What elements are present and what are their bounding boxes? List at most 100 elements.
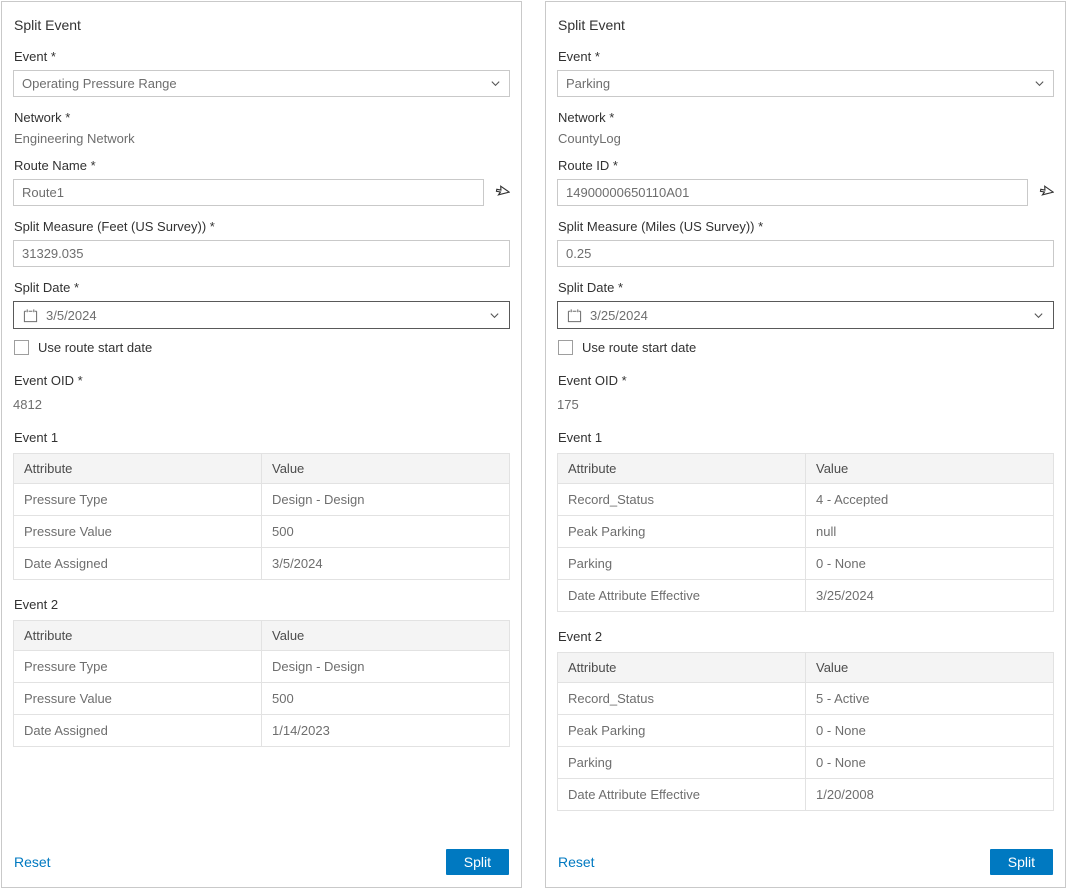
attribute-cell: Record_Status xyxy=(558,683,806,715)
split-event-panel-left: Split Event Event * Operating Pressure R… xyxy=(1,1,522,888)
date-label: Split Date * xyxy=(14,280,509,295)
attribute-cell: Pressure Type xyxy=(14,484,262,516)
reset-link[interactable]: Reset xyxy=(558,854,595,870)
event-oid-label: Event OID * xyxy=(558,373,1053,388)
calendar-icon xyxy=(567,308,582,323)
value-column-header: Value xyxy=(806,653,1054,683)
split-button[interactable]: Split xyxy=(990,849,1053,875)
table-header-row: Attribute Value xyxy=(558,653,1054,683)
date-label: Split Date * xyxy=(558,280,1053,295)
table-row: Date Assigned 3/5/2024 xyxy=(14,548,510,580)
attribute-cell: Parking xyxy=(558,747,806,779)
event-1-section-title: Event 1 xyxy=(14,430,509,445)
table-row: Parking 0 - None xyxy=(558,548,1054,580)
event-select[interactable]: Operating Pressure Range xyxy=(13,70,510,97)
split-button[interactable]: Split xyxy=(446,849,509,875)
table-row: Pressure Type Design - Design xyxy=(14,484,510,516)
attribute-cell: Parking xyxy=(558,548,806,580)
attribute-cell: Peak Parking xyxy=(558,516,806,548)
page-title: Split Event xyxy=(558,17,1053,33)
attribute-column-header: Attribute xyxy=(14,454,262,484)
value-column-header: Value xyxy=(262,454,510,484)
route-input[interactable] xyxy=(557,179,1028,206)
table-header-row: Attribute Value xyxy=(558,454,1054,484)
reset-link[interactable]: Reset xyxy=(14,854,51,870)
attribute-column-header: Attribute xyxy=(558,454,806,484)
use-route-start-date-label: Use route start date xyxy=(38,340,152,355)
measure-input[interactable] xyxy=(13,240,510,267)
attribute-cell: Record_Status xyxy=(558,484,806,516)
event-oid-value: 4812 xyxy=(13,397,510,412)
value-cell: 4 - Accepted xyxy=(806,484,1054,516)
attribute-cell: Date Attribute Effective xyxy=(558,580,806,612)
value-cell: 0 - None xyxy=(806,747,1054,779)
event-select-value: Parking xyxy=(566,76,610,91)
route-picker-button[interactable] xyxy=(1036,184,1054,202)
cursor-arrow-icon xyxy=(493,184,510,201)
table-header-row: Attribute Value xyxy=(14,454,510,484)
calendar-icon xyxy=(23,308,38,323)
use-route-start-date-checkbox[interactable] xyxy=(14,340,29,355)
value-cell: 5 - Active xyxy=(806,683,1054,715)
route-picker-button[interactable] xyxy=(492,184,510,202)
value-cell: 1/14/2023 xyxy=(262,715,510,747)
split-date-value: 3/5/2024 xyxy=(46,308,97,323)
attribute-cell: Pressure Value xyxy=(14,516,262,548)
use-route-start-date-checkbox[interactable] xyxy=(558,340,573,355)
attribute-column-header: Attribute xyxy=(558,653,806,683)
route-label: Route Name * xyxy=(14,158,509,173)
value-column-header: Value xyxy=(806,454,1054,484)
chevron-down-icon xyxy=(1033,310,1044,321)
table-header-row: Attribute Value xyxy=(14,621,510,651)
event-1-attribute-table: Attribute Value Pressure Type Design - D… xyxy=(13,453,510,580)
use-route-start-date-label: Use route start date xyxy=(582,340,696,355)
chevron-down-icon xyxy=(490,78,501,89)
table-row: Peak Parking null xyxy=(558,516,1054,548)
chevron-down-icon xyxy=(489,310,500,321)
network-label: Network * xyxy=(558,110,1053,125)
split-event-panel-right: Split Event Event * Parking Network * Co… xyxy=(545,1,1066,888)
table-row: Pressure Type Design - Design xyxy=(14,651,510,683)
attribute-cell: Pressure Type xyxy=(14,651,262,683)
event-1-section-title: Event 1 xyxy=(558,430,1053,445)
value-cell: 3/5/2024 xyxy=(262,548,510,580)
attribute-cell: Date Attribute Effective xyxy=(558,779,806,811)
table-row: Pressure Value 500 xyxy=(14,683,510,715)
value-cell: Design - Design xyxy=(262,484,510,516)
event-label: Event * xyxy=(558,49,1053,64)
chevron-down-icon xyxy=(1034,78,1045,89)
event-select[interactable]: Parking xyxy=(557,70,1054,97)
event-2-attribute-table: Attribute Value Record_Status 5 - Active… xyxy=(557,652,1054,811)
event-2-section-title: Event 2 xyxy=(558,629,1053,644)
attribute-cell: Pressure Value xyxy=(14,683,262,715)
event-2-attribute-table: Attribute Value Pressure Type Design - D… xyxy=(13,620,510,747)
cursor-arrow-icon xyxy=(1037,184,1054,201)
event-1-attribute-table: Attribute Value Record_Status 4 - Accept… xyxy=(557,453,1054,612)
value-cell: 3/25/2024 xyxy=(806,580,1054,612)
network-label: Network * xyxy=(14,110,509,125)
attribute-cell: Date Assigned xyxy=(14,548,262,580)
table-row: Pressure Value 500 xyxy=(14,516,510,548)
network-value: CountyLog xyxy=(558,131,1053,146)
network-value: Engineering Network xyxy=(14,131,509,146)
value-cell: null xyxy=(806,516,1054,548)
split-date-value: 3/25/2024 xyxy=(590,308,648,323)
table-row: Record_Status 5 - Active xyxy=(558,683,1054,715)
table-row: Peak Parking 0 - None xyxy=(558,715,1054,747)
route-input[interactable] xyxy=(13,179,484,206)
measure-input[interactable] xyxy=(557,240,1054,267)
measure-label: Split Measure (Feet (US Survey)) * xyxy=(14,219,509,234)
split-date-picker[interactable]: 3/25/2024 xyxy=(557,301,1054,329)
value-cell: 500 xyxy=(262,683,510,715)
table-row: Date Attribute Effective 1/20/2008 xyxy=(558,779,1054,811)
value-cell: 500 xyxy=(262,516,510,548)
table-row: Parking 0 - None xyxy=(558,747,1054,779)
split-date-picker[interactable]: 3/5/2024 xyxy=(13,301,510,329)
table-row: Date Assigned 1/14/2023 xyxy=(14,715,510,747)
value-cell: 1/20/2008 xyxy=(806,779,1054,811)
event-label: Event * xyxy=(14,49,509,64)
value-cell: 0 - None xyxy=(806,548,1054,580)
event-select-value: Operating Pressure Range xyxy=(22,76,177,91)
page-title: Split Event xyxy=(14,17,509,33)
event-oid-label: Event OID * xyxy=(14,373,509,388)
